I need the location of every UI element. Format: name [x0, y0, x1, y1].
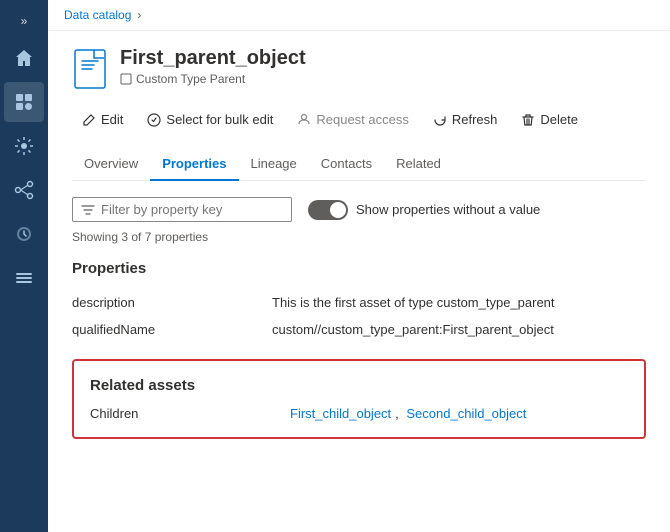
table-row: description This is the first asset of t…	[72, 289, 646, 316]
main-panel: Data catalog › First_parent_object Custo…	[48, 0, 670, 532]
tab-contacts[interactable]: Contacts	[309, 148, 384, 181]
sidebar-item-catalog[interactable]	[4, 82, 44, 122]
asset-header: First_parent_object Custom Type Parent	[72, 47, 646, 91]
related-links: First_child_object, Second_child_object	[290, 406, 526, 421]
breadcrumb-chevron: ›	[137, 8, 141, 22]
bulk-edit-button[interactable]: Select for bulk edit	[137, 107, 283, 132]
show-properties-toggle[interactable]	[308, 200, 348, 220]
request-access-button[interactable]: Request access	[287, 107, 419, 132]
property-key-description: description	[72, 295, 232, 310]
sidebar-item-connections[interactable]	[4, 170, 44, 210]
request-access-icon	[297, 113, 311, 127]
property-key-qualifiedname: qualifiedName	[72, 322, 232, 337]
properties-title: Properties	[72, 260, 646, 277]
related-assets-title: Related assets	[90, 377, 628, 394]
filter-input-wrap[interactable]	[72, 197, 292, 222]
tabs-nav: Overview Properties Lineage Contacts Rel…	[72, 148, 646, 181]
toolbar: Edit Select for bulk edit Request access…	[72, 107, 646, 132]
table-row: qualifiedName custom//custom_type_parent…	[72, 316, 646, 343]
tab-overview[interactable]: Overview	[72, 148, 150, 181]
toggle-label: Show properties without a value	[356, 202, 540, 217]
asset-info: First_parent_object Custom Type Parent	[120, 47, 306, 86]
toggle-knob	[330, 202, 346, 218]
sidebar: »	[0, 0, 48, 532]
tab-lineage[interactable]: Lineage	[239, 148, 309, 181]
asset-subtitle: Custom Type Parent	[120, 72, 306, 86]
edit-icon	[82, 113, 96, 127]
property-value-description: This is the first asset of type custom_t…	[272, 295, 555, 310]
toggle-wrap: Show properties without a value	[308, 200, 540, 220]
properties-section: Properties description This is the first…	[72, 260, 646, 343]
asset-type-small-icon	[120, 73, 132, 85]
asset-type-icon	[72, 47, 108, 91]
related-key-children: Children	[90, 406, 250, 421]
breadcrumb-text[interactable]: Data catalog	[64, 8, 131, 22]
filter-bar: Show properties without a value	[72, 197, 646, 222]
related-assets-row: Children First_child_object, Second_chil…	[90, 406, 628, 421]
related-assets-box: Related assets Children First_child_obje…	[72, 359, 646, 439]
property-value-qualifiedname: custom//custom_type_parent:First_parent_…	[272, 322, 554, 337]
showing-count: Showing 3 of 7 properties	[72, 230, 646, 244]
related-link-first-child[interactable]: First_child_object	[290, 406, 391, 421]
bulk-edit-icon	[147, 113, 161, 127]
related-link-second-child[interactable]: Second_child_object	[406, 406, 526, 421]
sidebar-toggle[interactable]: »	[15, 8, 34, 34]
sidebar-item-management[interactable]	[4, 258, 44, 298]
link-separator: ,	[395, 406, 402, 421]
edit-button[interactable]: Edit	[72, 107, 133, 132]
breadcrumb: Data catalog ›	[48, 0, 670, 31]
tab-properties[interactable]: Properties	[150, 148, 238, 181]
sidebar-item-home[interactable]	[4, 38, 44, 78]
refresh-button[interactable]: Refresh	[423, 107, 508, 132]
refresh-icon	[433, 113, 447, 127]
tab-related[interactable]: Related	[384, 148, 453, 181]
filter-input[interactable]	[101, 202, 283, 217]
asset-title: First_parent_object	[120, 47, 306, 70]
content-area: First_parent_object Custom Type Parent E…	[48, 31, 670, 532]
filter-icon	[81, 203, 95, 217]
sidebar-item-governance[interactable]	[4, 126, 44, 166]
sidebar-item-insights[interactable]	[4, 214, 44, 254]
delete-icon	[521, 113, 535, 127]
delete-button[interactable]: Delete	[511, 107, 588, 132]
